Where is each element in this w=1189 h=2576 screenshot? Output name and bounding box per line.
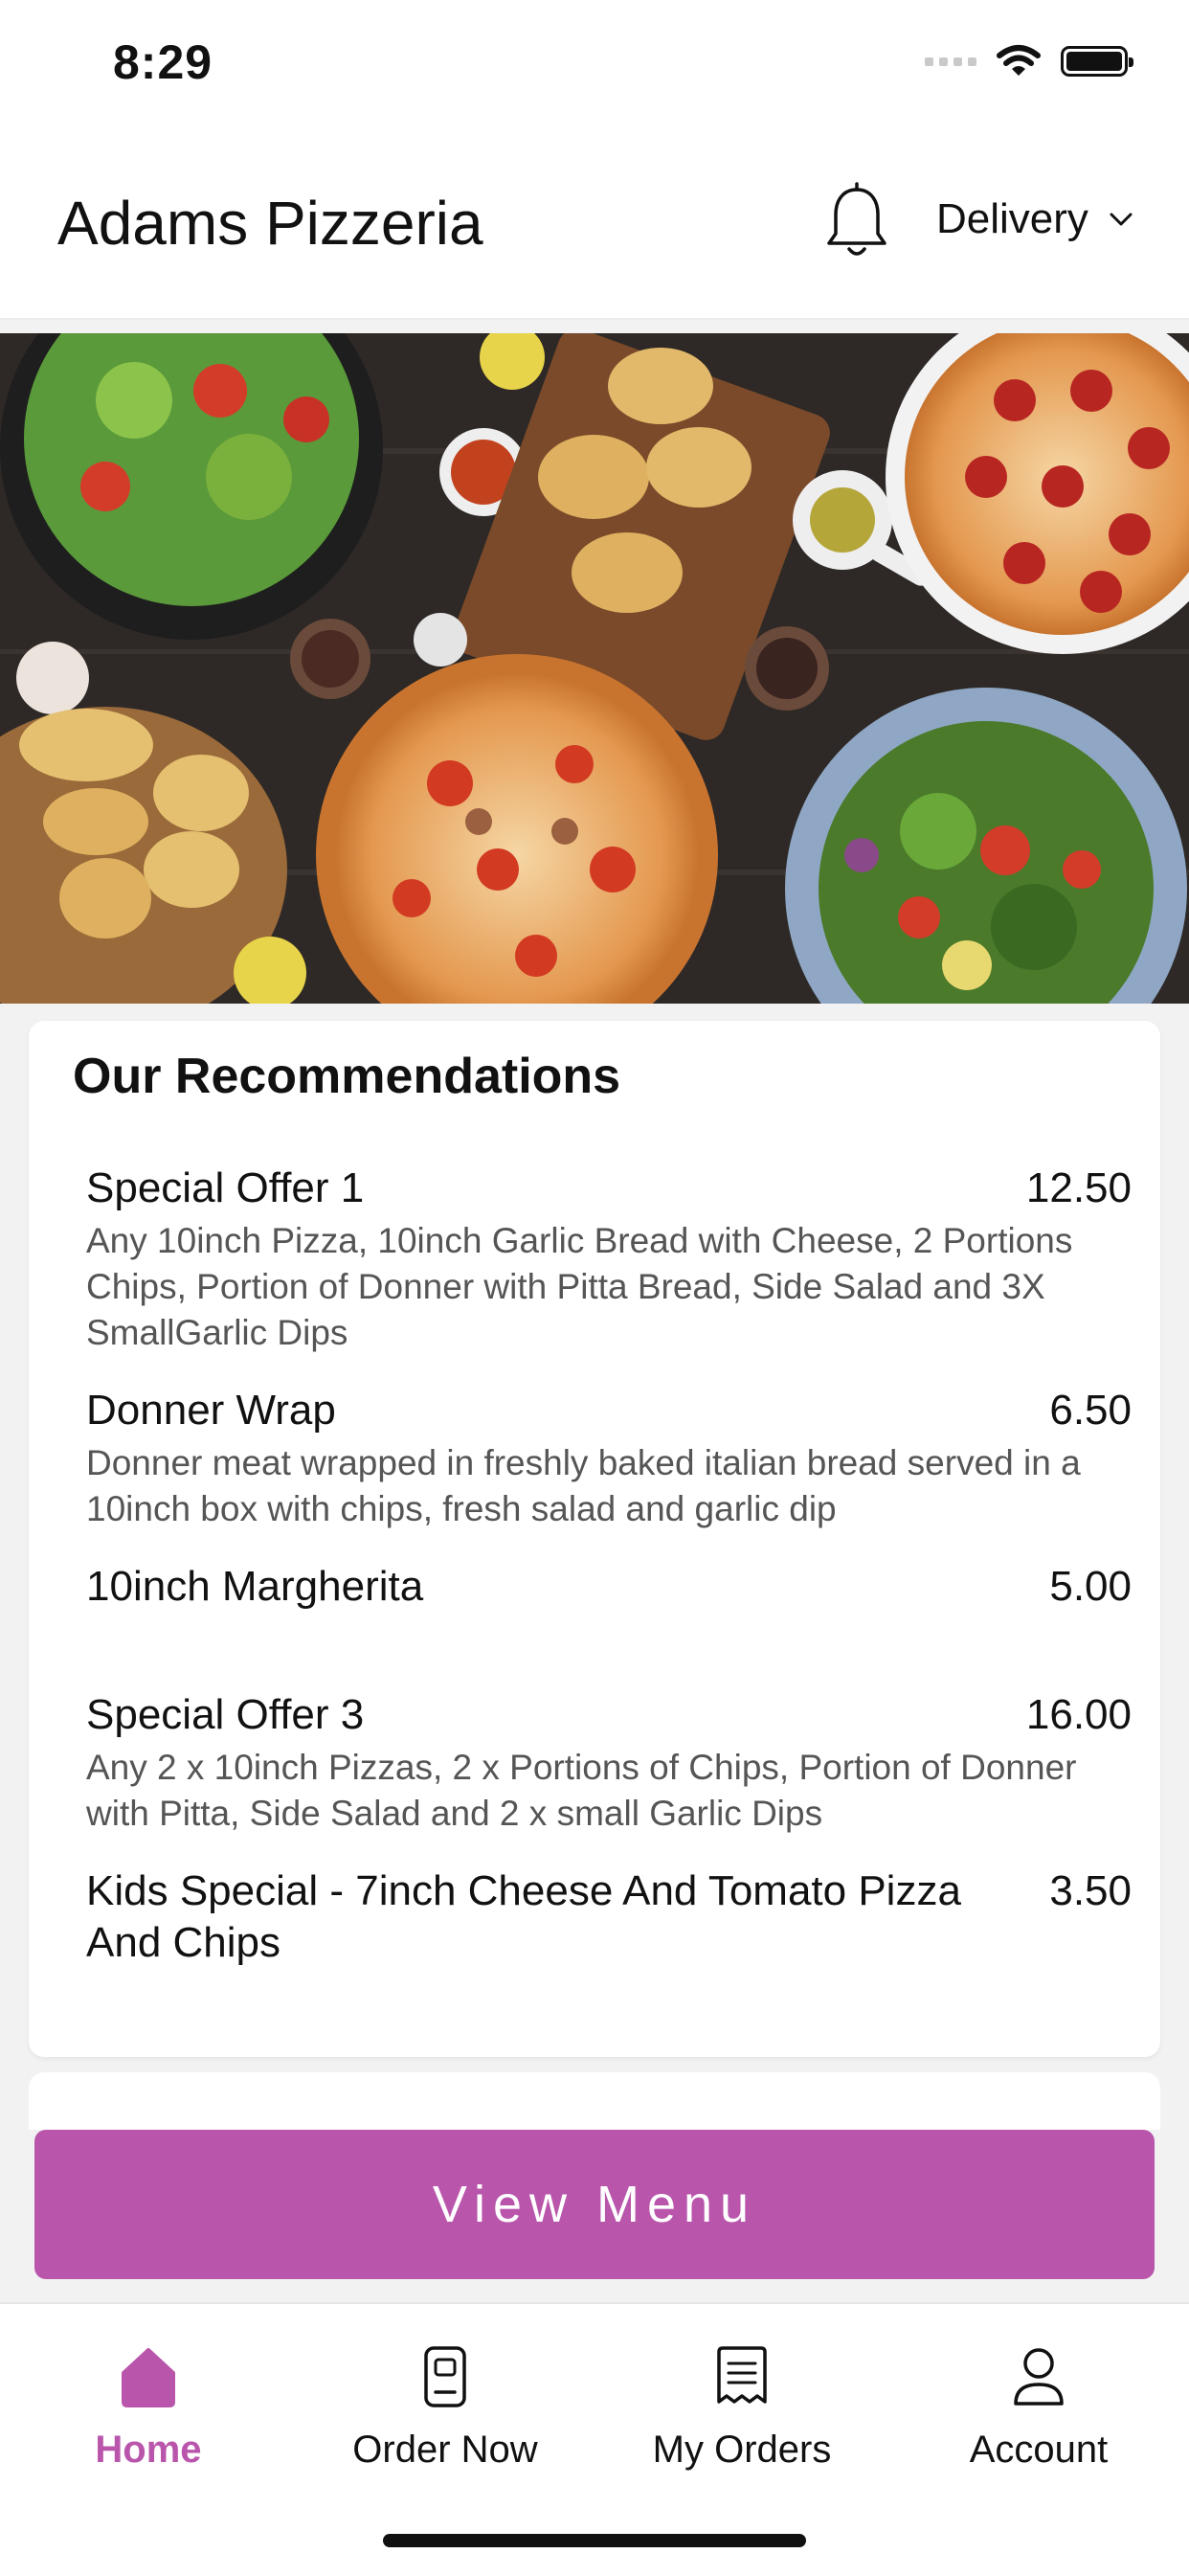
battery-icon xyxy=(1061,46,1133,77)
menu-item[interactable]: Special Offer 3 16.00 Any 2 x 10inch Piz… xyxy=(86,1689,1132,1837)
menu-item[interactable]: Special Offer 1 12.50 Any 10inch Pizza, … xyxy=(86,1163,1132,1356)
item-name: Special Offer 3 xyxy=(86,1691,365,1738)
recommendations-card: Our Recommendations Special Offer 1 12.5… xyxy=(29,1021,1160,2057)
view-menu-button[interactable]: View Menu xyxy=(34,2130,1155,2279)
status-icons xyxy=(925,44,1133,79)
status-time: 8:29 xyxy=(113,35,213,89)
hero-banner-image xyxy=(0,333,1189,1004)
item-name: Special Offer 1 xyxy=(86,1164,365,1211)
menu-item[interactable]: 10inch Margherita 5.00 xyxy=(86,1561,1132,1613)
item-description: Any 10inch Pizza, 10inch Garlic Bread wi… xyxy=(86,1221,1073,1352)
tab-label: Home xyxy=(95,2429,202,2471)
item-price: 16.00 xyxy=(1025,1691,1132,1738)
item-name: Donner Wrap xyxy=(86,1387,336,1434)
delivery-mode-selector[interactable]: Delivery xyxy=(936,195,1134,243)
recommendations-title: Our Recommendations xyxy=(73,1049,621,1104)
tab-home[interactable]: Home xyxy=(0,2304,297,2505)
item-description: Donner meat wrapped in freshly baked ita… xyxy=(86,1443,1081,1528)
menu-item[interactable]: Donner Wrap 6.50 Donner meat wrapped in … xyxy=(86,1385,1132,1532)
menu-item[interactable]: Kids Special - 7inch Cheese And Tomato P… xyxy=(86,1865,1132,1969)
tab-account[interactable]: Account xyxy=(890,2304,1187,2505)
app-title: Adams Pizzeria xyxy=(57,189,483,258)
tab-label: Order Now xyxy=(352,2429,538,2471)
recommendations-list: Special Offer 1 12.50 Any 10inch Pizza, … xyxy=(86,1163,1132,1998)
app-header: Adams Pizzeria Delivery xyxy=(0,134,1189,320)
wifi-icon xyxy=(997,45,1041,76)
item-name: 10inch Margherita xyxy=(86,1563,424,1610)
tab-label: My Orders xyxy=(652,2429,832,2471)
delivery-mode-label: Delivery xyxy=(936,195,1088,242)
tab-my-orders[interactable]: My Orders xyxy=(594,2304,890,2505)
tab-label: Account xyxy=(969,2429,1109,2471)
item-price: 6.50 xyxy=(1049,1387,1132,1434)
item-name: Kids Special - 7inch Cheese And Tomato P… xyxy=(86,1867,961,1966)
next-section-card xyxy=(29,2072,1160,2130)
item-price: 3.50 xyxy=(1049,1867,1132,1914)
item-description: Any 2 x 10inch Pizzas, 2 x Portions of C… xyxy=(86,1748,1077,1833)
home-icon xyxy=(122,2348,175,2407)
home-indicator xyxy=(383,2534,806,2547)
bell-icon[interactable] xyxy=(821,182,892,262)
status-bar: 8:29 xyxy=(0,0,1189,134)
item-price: 5.00 xyxy=(1049,1563,1132,1610)
item-price: 12.50 xyxy=(1025,1164,1132,1211)
signal-icon xyxy=(925,56,976,66)
order-icon xyxy=(424,2346,466,2407)
tab-order-now[interactable]: Order Now xyxy=(297,2304,594,2505)
receipt-icon xyxy=(717,2346,767,2404)
user-icon xyxy=(1014,2348,1064,2406)
chevron-down-icon xyxy=(1110,213,1133,226)
